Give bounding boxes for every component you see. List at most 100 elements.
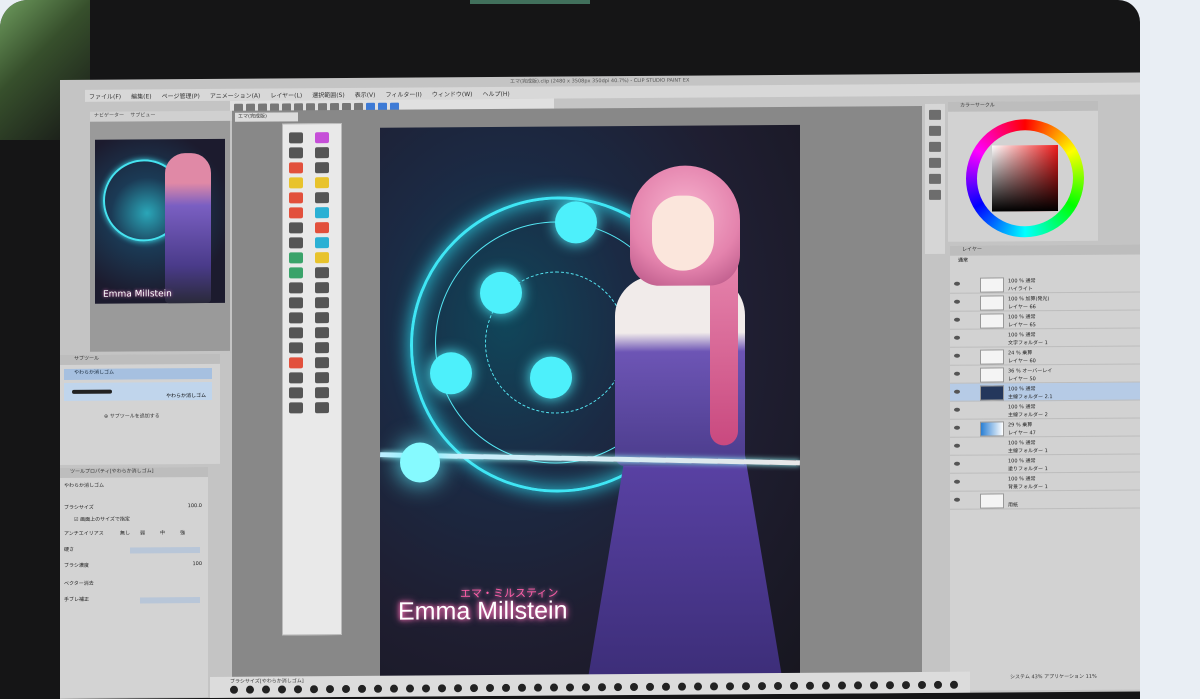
layer-row[interactable]: 29 % 乗算 レイヤー 47 xyxy=(950,418,1140,438)
menu-selection[interactable]: 選択範囲(S) xyxy=(312,90,345,99)
antialias-none[interactable]: 無し xyxy=(120,530,130,537)
text-tool-icon[interactable] xyxy=(289,282,303,294)
sub-tool-i-icon[interactable] xyxy=(289,372,303,384)
brush-size-preset[interactable] xyxy=(822,681,830,690)
approximate-color-icon[interactable] xyxy=(929,173,941,184)
stabilization-slider[interactable] xyxy=(140,597,200,604)
decoration-tool-icon[interactable] xyxy=(289,222,303,234)
brush-size-preset[interactable] xyxy=(326,685,334,694)
figure-tool-icon[interactable] xyxy=(315,252,329,264)
eye-icon[interactable] xyxy=(954,443,960,448)
brush-size-preset[interactable] xyxy=(694,682,702,691)
brush-size-preset[interactable] xyxy=(662,682,670,691)
operation-tool-icon[interactable] xyxy=(289,147,303,159)
eye-icon[interactable] xyxy=(954,389,960,394)
layer-folder-row[interactable]: 100 % 通常 文字フォルダー 1 xyxy=(950,328,1140,348)
brush-size-preset[interactable] xyxy=(534,683,542,692)
brush-size-preset[interactable] xyxy=(758,682,766,691)
eye-icon[interactable] xyxy=(954,461,960,466)
brush-size-preset[interactable] xyxy=(790,681,798,690)
antialias-strong[interactable]: 強 xyxy=(180,529,185,536)
brush-size-preset[interactable] xyxy=(582,683,590,692)
hardness-slider[interactable] xyxy=(130,547,200,554)
menu-layer[interactable]: レイヤー(L) xyxy=(270,90,302,99)
brush-size-preset[interactable] xyxy=(902,681,910,690)
brush-size-preset[interactable] xyxy=(550,683,558,692)
color-wheel-icon[interactable] xyxy=(929,109,941,120)
brush-size-preset[interactable] xyxy=(358,684,366,693)
sub-tool-f-icon[interactable] xyxy=(315,342,329,354)
brush-size-preset[interactable] xyxy=(502,683,510,692)
line-correction-tool-icon[interactable] xyxy=(289,297,303,309)
brush-size-value[interactable]: 100.0 xyxy=(188,503,202,509)
brush-size-preset[interactable] xyxy=(310,685,318,694)
brush-size-preset[interactable] xyxy=(246,685,254,694)
brush-size-preset[interactable] xyxy=(566,683,574,692)
eye-icon[interactable] xyxy=(954,407,960,412)
tab-subview[interactable]: サブビュー xyxy=(130,112,155,118)
brush-size-preset[interactable] xyxy=(454,684,462,693)
pen-tool-icon[interactable] xyxy=(289,192,303,204)
menu-view[interactable]: 表示(V) xyxy=(355,89,376,98)
brush-size-preset[interactable] xyxy=(390,684,398,693)
brush-size-preset[interactable] xyxy=(870,681,878,690)
blend-tool-icon[interactable] xyxy=(289,237,303,249)
menu-edit[interactable]: 編集(E) xyxy=(131,91,151,100)
sub-tool-h-icon[interactable] xyxy=(315,357,329,369)
eraser-tool-icon[interactable] xyxy=(315,222,329,234)
stabilization-row[interactable]: 手ブレ補正 xyxy=(60,595,208,606)
auto-select-tool-icon[interactable] xyxy=(289,177,303,189)
sub-tool-d-icon[interactable] xyxy=(315,327,329,339)
sub-tool-e-icon[interactable] xyxy=(289,342,303,354)
brush-size-preset[interactable] xyxy=(742,682,750,691)
antialias-weak[interactable]: 弱 xyxy=(140,529,145,536)
object-tool-icon[interactable] xyxy=(315,297,329,309)
subtool-item-soft-eraser[interactable]: やわらか消しゴム xyxy=(64,367,212,380)
brush-size-preset[interactable] xyxy=(438,684,446,693)
screen-size-checkbox[interactable]: ☑ 画面上のサイズで指定 xyxy=(60,515,208,526)
lasso-tool-icon[interactable] xyxy=(315,162,329,174)
brush-size-preset[interactable] xyxy=(422,684,430,693)
menu-window[interactable]: ウィンドウ(W) xyxy=(432,89,473,98)
saturation-value-square[interactable] xyxy=(992,145,1058,212)
brush-size-preset[interactable] xyxy=(838,681,846,690)
brush-size-preset[interactable] xyxy=(934,680,942,689)
layer-row[interactable]: 100 % 通常 レイヤー 65 xyxy=(950,310,1140,330)
brush-size-preset[interactable] xyxy=(262,685,270,694)
ruler-tool-icon[interactable] xyxy=(315,267,329,279)
eye-icon[interactable] xyxy=(954,353,960,358)
document-tab[interactable]: エマ(完成版) xyxy=(235,112,298,122)
gradient-tool-icon[interactable] xyxy=(289,252,303,264)
brush-size-preset[interactable] xyxy=(710,682,718,691)
layer-row[interactable]: 36 % オーバーレイ レイヤー 50 xyxy=(950,364,1140,384)
brush-size-preset[interactable] xyxy=(950,680,958,689)
eye-icon[interactable] xyxy=(954,479,960,484)
density-value[interactable]: 100 xyxy=(192,561,202,567)
eye-icon[interactable] xyxy=(954,371,960,376)
vector-erase-row[interactable]: ベクター消去 xyxy=(60,579,208,590)
menu-filter[interactable]: フィルター(I) xyxy=(386,89,422,98)
color-slider-icon[interactable] xyxy=(929,125,941,136)
layer-row[interactable]: 24 % 乗算 レイヤー 60 xyxy=(950,346,1140,366)
pencil-tool-icon[interactable] xyxy=(315,192,329,204)
navigator-thumbnail[interactable]: Emma Millstein xyxy=(95,138,225,304)
sub-tool-a-icon[interactable] xyxy=(289,312,303,324)
menu-help[interactable]: ヘルプ(H) xyxy=(482,88,509,97)
sub-tool-k-icon[interactable] xyxy=(289,387,303,399)
fill-tool-icon[interactable] xyxy=(315,237,329,249)
frame-tool-icon[interactable] xyxy=(289,267,303,279)
eye-icon[interactable] xyxy=(954,317,960,322)
brush-size-preset[interactable] xyxy=(598,683,606,692)
layer-row-selected[interactable]: 100 % 通常 主線フォルダー 2.1 xyxy=(950,382,1140,402)
subtool-stroke-preview[interactable]: やわらか消しゴム xyxy=(64,381,212,401)
brush-size-preset[interactable] xyxy=(854,681,862,690)
sub-tool-m-icon[interactable] xyxy=(289,402,303,414)
brush-size-preset[interactable] xyxy=(646,682,654,691)
eye-icon[interactable] xyxy=(954,335,960,340)
brush-size-preset[interactable] xyxy=(918,680,926,690)
hand-tool-icon[interactable] xyxy=(315,132,329,144)
zoom-tool-icon[interactable] xyxy=(289,132,303,144)
menu-animation[interactable]: アニメーション(A) xyxy=(210,90,261,99)
eye-icon[interactable] xyxy=(954,425,960,430)
layer-folder-row[interactable]: 100 % 通常 主線フォルダー 1 xyxy=(950,436,1140,456)
